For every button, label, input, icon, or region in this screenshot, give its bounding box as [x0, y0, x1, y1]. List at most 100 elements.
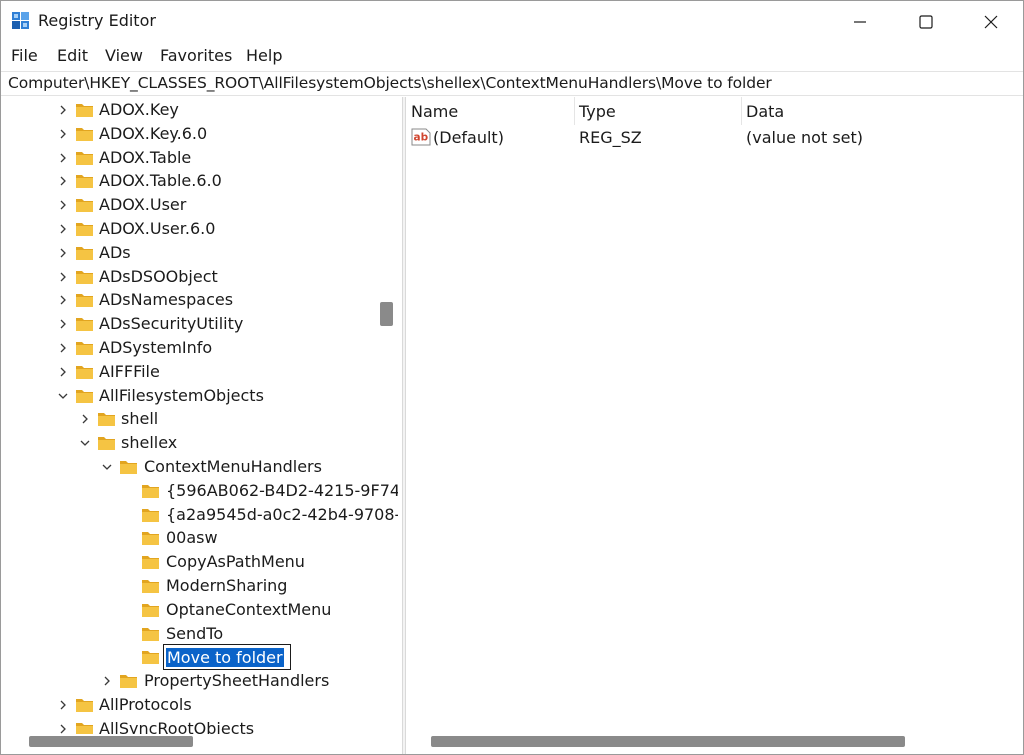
chevron-right-icon[interactable]	[79, 413, 91, 425]
tree-item[interactable]: ADs	[1, 242, 381, 265]
chevron-right-icon[interactable]	[57, 699, 69, 711]
chevron-down-icon[interactable]	[57, 390, 69, 402]
tree-item[interactable]: ADsNamespaces	[1, 289, 381, 312]
tree-item[interactable]: shellex	[1, 432, 381, 455]
menu-help[interactable]: Help	[246, 46, 282, 65]
tree-item[interactable]: ADOX.Table.6.0	[1, 170, 381, 193]
chevron-right-icon[interactable]	[57, 271, 69, 283]
tree-item[interactable]: ADOX.Table	[1, 147, 381, 170]
column-header-data[interactable]: Data	[741, 97, 1021, 125]
svg-text:ab: ab	[414, 132, 429, 144]
tree-item-label: PropertySheetHandlers	[144, 671, 330, 691]
chevron-right-icon[interactable]	[57, 104, 69, 116]
tree-item-label: ADOX.Key.6.0	[99, 123, 208, 143]
key-tree-pane[interactable]: ADOX.Key ADOX.Key.6.0 ADOX.Table ADOX.Table…	[1, 97, 398, 734]
tree-item[interactable]: AIFFFile	[1, 361, 381, 384]
folder-icon	[76, 270, 93, 284]
tree-vertical-scrollbar-thumb[interactable]	[380, 302, 393, 326]
tree-item[interactable]: Move to folder	[1, 644, 381, 671]
address-path[interactable]: Computer\HKEY_CLASSES_ROOT\AllFilesystem…	[8, 74, 772, 92]
tree-item-label: SendTo	[166, 623, 224, 643]
chevron-right-icon[interactable]	[57, 366, 69, 378]
column-header-name[interactable]: Name	[406, 97, 574, 125]
chevron-right-icon[interactable]	[101, 675, 113, 687]
menu-file[interactable]: File	[11, 46, 38, 65]
tree-item[interactable]: ADOX.User.6.0	[1, 218, 381, 241]
folder-icon	[76, 722, 93, 734]
tree-item[interactable]: {a2a9545d-a0c2-42b4-9708-	[1, 504, 398, 527]
registry-editor-app-icon	[12, 12, 29, 29]
list-horizontal-scrollbar-thumb[interactable]	[431, 736, 905, 747]
folder-icon	[76, 223, 93, 236]
tree-item[interactable]: 00asw	[1, 527, 381, 550]
folder-icon	[76, 151, 93, 165]
menu-bar: File Edit View Favorites Help	[1, 44, 1023, 68]
tree-item[interactable]: ADOX.Key	[1, 99, 381, 122]
tree-item-label: ADOX.User.6.0	[99, 219, 216, 238]
tree-item[interactable]: ADOX.Key.6.0	[1, 123, 381, 146]
tree-item-label: ContextMenuHandlers	[144, 457, 322, 476]
tree-item[interactable]: ADsSecurityUtility	[1, 313, 381, 336]
chevron-right-icon[interactable]	[57, 152, 69, 164]
value-row[interactable]: ab (Default) REG_SZ (value not set)	[406, 125, 1023, 149]
tree-item[interactable]: ModernSharing	[1, 575, 381, 598]
folder-icon	[120, 461, 137, 474]
tree-item[interactable]: AllProtocols	[1, 694, 381, 717]
chevron-right-icon[interactable]	[57, 294, 69, 306]
tree-item[interactable]: AllFilesystemObjects	[1, 385, 381, 408]
tree-item[interactable]: CopyAsPathMenu	[1, 551, 381, 574]
tree-item-label: ADsDSOObject	[99, 266, 218, 286]
tree-horizontal-scrollbar-thumb[interactable]	[29, 736, 193, 747]
values-list-pane[interactable]: Name Type Data ab (Default) REG_SZ (valu…	[406, 97, 1023, 754]
chevron-right-icon[interactable]	[57, 175, 69, 187]
tree-item[interactable]: ADOX.User	[1, 194, 381, 217]
tree-item[interactable]: PropertySheetHandlers	[1, 670, 381, 693]
tree-item[interactable]: {596AB062-B4D2-4215-9F74	[1, 480, 398, 503]
tree-item[interactable]: SendTo	[1, 623, 381, 646]
tree-item[interactable]: OptaneContextMenu	[1, 599, 381, 622]
chevron-right-icon[interactable]	[57, 199, 69, 211]
tree-item-label: ADOX.User	[99, 195, 187, 215]
minimize-button[interactable]	[828, 1, 892, 42]
tree-item-label: ModernSharing	[166, 576, 288, 595]
close-icon	[984, 15, 998, 28]
tree-item-label: OptaneContextMenu	[166, 599, 332, 619]
title-bar[interactable]: Registry Editor	[1, 1, 1023, 42]
registry-editor-window: Registry Editor File Edit View Favorites…	[0, 0, 1024, 755]
close-button[interactable]	[959, 1, 1023, 42]
chevron-right-icon[interactable]	[57, 318, 69, 330]
chevron-right-icon[interactable]	[57, 128, 69, 140]
minimize-icon	[854, 20, 866, 23]
folder-icon	[142, 627, 159, 641]
value-data: (value not set)	[746, 128, 864, 147]
address-bar[interactable]: Computer\HKEY_CLASSES_ROOT\AllFilesystem…	[1, 71, 1023, 96]
maximize-button[interactable]	[894, 1, 958, 42]
tree-item[interactable]: ContextMenuHandlers	[1, 456, 381, 479]
folder-icon	[142, 508, 159, 522]
column-header-type[interactable]: Type	[574, 97, 741, 125]
tree-item[interactable]: ADsDSOObject	[1, 266, 381, 289]
tree-item[interactable]: AllSyncRootObjects	[1, 718, 381, 734]
rename-key-input[interactable]: Move to folder	[163, 644, 291, 671]
tree-item-label: ADOX.Table.6.0	[99, 171, 222, 191]
menu-view[interactable]: View	[105, 46, 143, 65]
chevron-right-icon[interactable]	[57, 223, 69, 235]
tree-item-label: ADOX.Table	[99, 147, 192, 167]
chevron-right-icon[interactable]	[57, 723, 69, 734]
tree-item-label: AllSyncRootObjects	[99, 718, 255, 734]
tree-item[interactable]: shell	[1, 408, 381, 431]
tree-item-label: ADOX.Key	[99, 100, 179, 119]
folder-icon	[76, 199, 93, 213]
menu-favorites[interactable]: Favorites	[160, 46, 232, 65]
folder-icon	[142, 603, 159, 617]
chevron-down-icon[interactable]	[79, 437, 91, 449]
tree-item[interactable]: ADSystemInfo	[1, 337, 381, 360]
folder-icon	[142, 532, 159, 546]
tree-item-label: AllProtocols	[99, 695, 192, 714]
menu-edit[interactable]: Edit	[57, 46, 88, 65]
chevron-right-icon[interactable]	[57, 342, 69, 354]
folder-icon	[120, 675, 137, 689]
chevron-right-icon[interactable]	[57, 247, 69, 259]
chevron-down-icon[interactable]	[101, 461, 113, 473]
folder-icon	[76, 294, 93, 308]
